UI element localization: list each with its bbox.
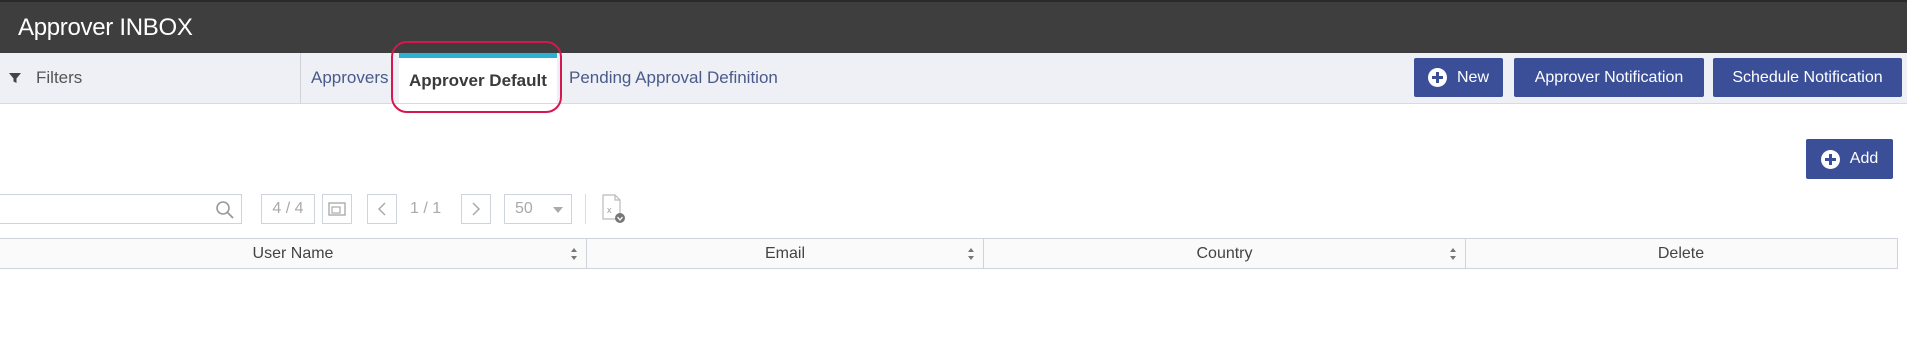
title-bar: Approver INBOX [0, 0, 1907, 53]
sort-icon [968, 248, 974, 260]
table-header: User Name Email Country Delete [0, 238, 1898, 269]
column-label: Email [764, 244, 805, 262]
window-title: Approver INBOX [18, 14, 193, 41]
column-header-delete: Delete [1466, 239, 1896, 268]
approver-notification-label: Approver Notification [1534, 68, 1684, 86]
filters-label: Filters [36, 68, 83, 87]
export-view-button[interactable] [322, 194, 352, 224]
column-header-country[interactable]: Country [984, 239, 1466, 268]
toolbar-divider [585, 194, 586, 224]
tab-approvers[interactable]: Approvers [311, 53, 388, 103]
column-label: Delete [1657, 244, 1705, 262]
column-header-user-name[interactable]: User Name [0, 239, 587, 268]
file-download-icon: x [602, 194, 625, 223]
chevron-left-icon [377, 202, 386, 216]
prev-page-button[interactable] [367, 194, 397, 224]
sort-icon [1450, 248, 1456, 260]
approver-notification-button[interactable]: Approver Notification [1514, 58, 1704, 97]
export-excel-button[interactable]: x [600, 193, 628, 225]
caret-down-icon [553, 207, 563, 213]
plus-circle-icon [1427, 68, 1447, 87]
column-header-email[interactable]: Email [587, 239, 984, 268]
column-label: Country [1196, 244, 1253, 262]
schedule-notification-button[interactable]: Schedule Notification [1713, 58, 1902, 97]
svg-text:x: x [607, 205, 612, 215]
filter-icon [9, 73, 21, 83]
nav-bar: Filters Approvers Approver Default Pendi… [0, 53, 1907, 104]
chevron-right-icon [472, 202, 481, 216]
search-input[interactable] [0, 194, 242, 224]
add-button-label: Add [1849, 150, 1879, 167]
new-button[interactable]: New [1414, 58, 1503, 97]
page-size-select[interactable]: 50 [504, 194, 572, 224]
plus-circle-icon [1820, 149, 1840, 169]
filters-toggle[interactable]: Filters [0, 53, 301, 103]
add-button[interactable]: Add [1806, 139, 1893, 179]
tab-pending-approval-definition[interactable]: Pending Approval Definition [569, 53, 778, 103]
page-size-value: 50 [515, 200, 533, 217]
sort-icon [571, 248, 577, 260]
column-label: User Name [252, 244, 334, 262]
window-icon [328, 202, 346, 216]
tab-highlight-annotation [391, 41, 562, 113]
record-count: 4 / 4 [261, 194, 315, 224]
new-button-label: New [1456, 68, 1489, 86]
schedule-notification-label: Schedule Notification [1732, 68, 1883, 86]
page-indicator: 1 / 1 [410, 200, 442, 217]
search-icon [216, 201, 234, 219]
next-page-button[interactable] [461, 194, 491, 224]
